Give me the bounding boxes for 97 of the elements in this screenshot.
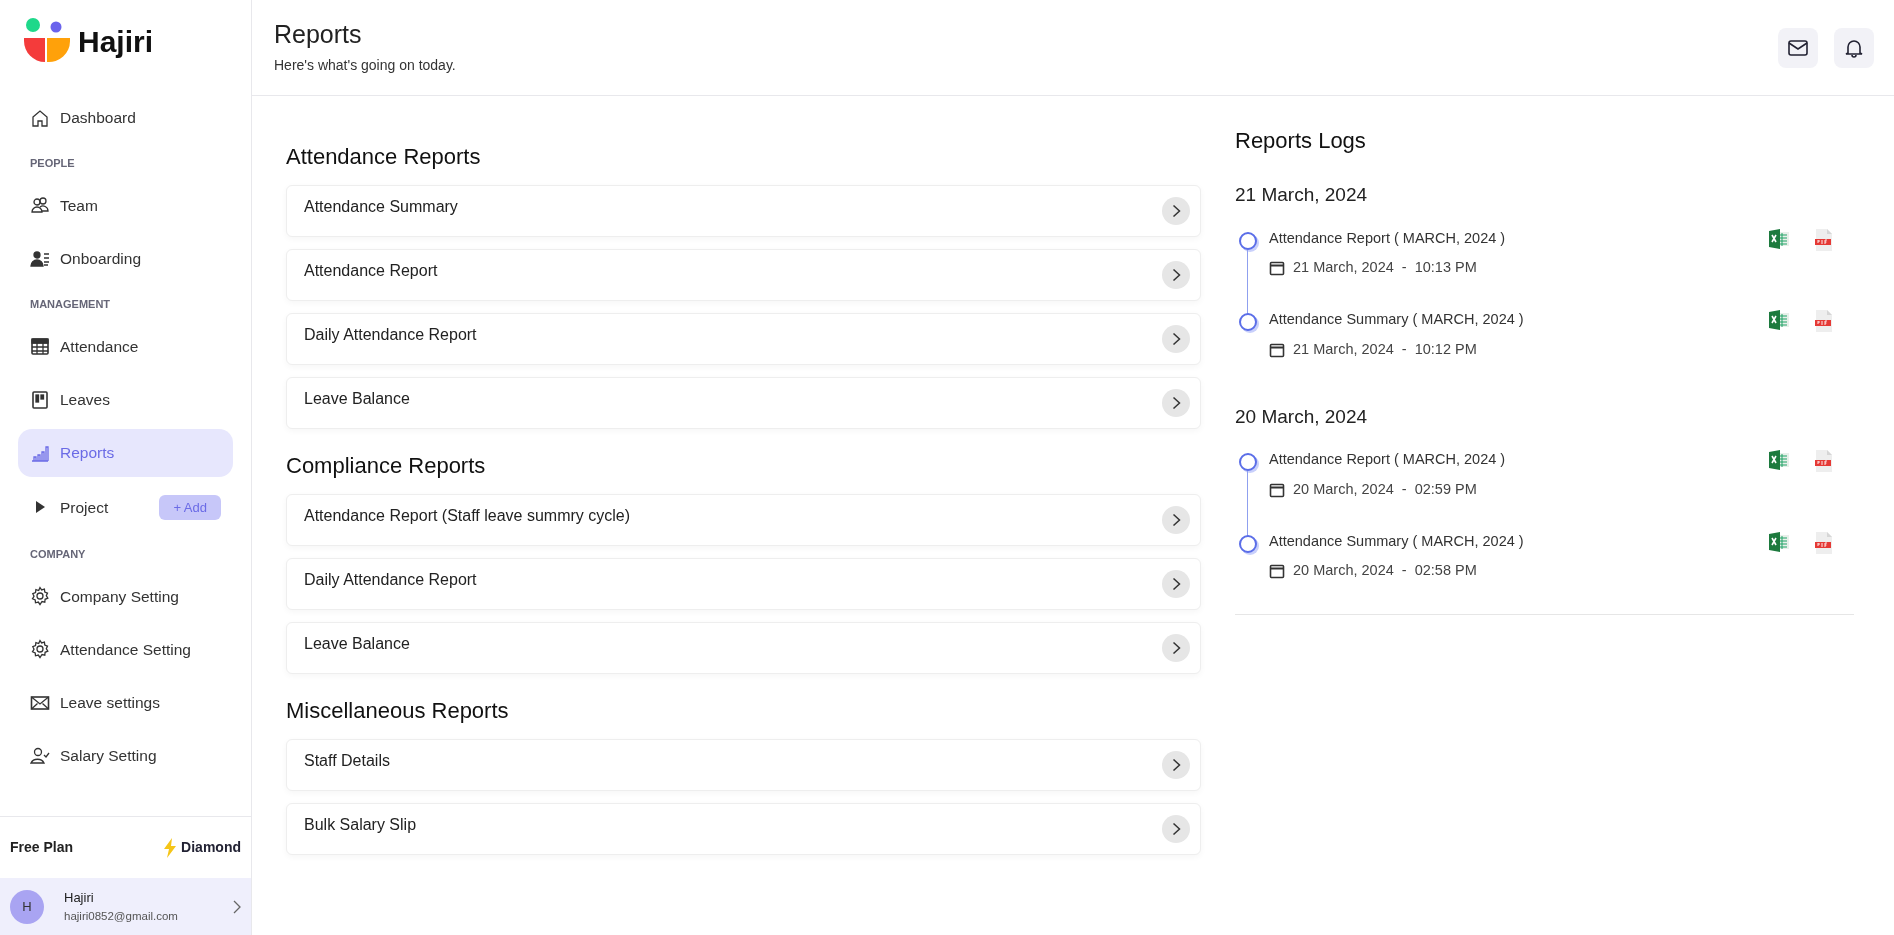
gear-icon [30, 639, 50, 660]
log-date-heading: 20 March, 2024 [1235, 404, 1369, 429]
people-icon [30, 195, 50, 216]
report-card[interactable]: Leave Balance [286, 622, 1201, 674]
report-card[interactable]: Attendance Report [286, 249, 1201, 301]
sidebar-item[interactable]: Team [18, 181, 233, 229]
sidebar-item[interactable]: Leaves [18, 376, 233, 424]
user-profile[interactable]: H Hajiri hajiri0852@gmail.com [0, 878, 251, 935]
logs-title: Reports Logs [1235, 127, 1367, 155]
chevron-right-icon [233, 899, 241, 914]
open-report-button[interactable] [1162, 506, 1190, 534]
report-card[interactable]: Attendance Report (Staff leave summry cycle) [286, 494, 1201, 546]
sidebar-item[interactable]: Attendance [18, 322, 233, 370]
timeline-line [1247, 471, 1248, 537]
timeline-dot [1239, 453, 1257, 471]
bell-icon [1845, 37, 1863, 58]
calendar-icon [1269, 341, 1285, 358]
log-timestamp: 20 March, 2024 - 02:59 PM [1293, 479, 1477, 499]
report-name: Daily Attendance Report [304, 325, 477, 345]
sidebar-item[interactable]: Project [60, 495, 109, 519]
page-subtitle: Here's what's going on today. [274, 56, 457, 75]
sidebar-item[interactable]: Salary Setting [18, 732, 233, 780]
report-name: Attendance Report [304, 261, 438, 281]
open-report-button[interactable] [1162, 751, 1190, 779]
calendar-icon [1269, 481, 1285, 498]
log-timestamp: 21 March, 2024 - 10:13 PM [1293, 258, 1477, 278]
report-card[interactable]: Bulk Salary Slip [286, 803, 1201, 855]
board-icon [30, 389, 50, 410]
chevron-right-icon [1171, 758, 1181, 772]
section-title: Miscellaneous Reports [286, 697, 510, 725]
calendar-icon [1269, 563, 1285, 580]
sidebar-item[interactable]: Reports [18, 429, 233, 477]
page-title: Reports [274, 19, 363, 49]
section-title: Attendance Reports [286, 143, 482, 171]
person-list-icon [30, 248, 50, 269]
report-name: Leave Balance [304, 389, 410, 409]
report-name: Attendance Summary [304, 197, 458, 217]
report-name: Leave Balance [304, 634, 410, 654]
log-date-heading: 21 March, 2024 [1235, 183, 1369, 207]
log-entry-name: Attendance Summary ( MARCH, 2024 ) [1269, 531, 1524, 551]
report-card[interactable]: Attendance Summary [286, 185, 1201, 237]
sidebar-item[interactable]: Onboarding [18, 235, 233, 283]
sidebar-item[interactable]: Leave settings [18, 679, 233, 727]
chevron-right-icon [1171, 204, 1181, 218]
calendar-icon [1269, 260, 1285, 277]
chevron-right-icon [1171, 577, 1181, 591]
chevron-right-icon [1171, 641, 1181, 655]
log-timestamp: 20 March, 2024 - 02:58 PM [1293, 561, 1477, 581]
timeline-dot [1239, 231, 1257, 250]
sidebar-item[interactable]: Company Setting [18, 572, 233, 620]
open-report-button[interactable] [1162, 325, 1190, 353]
report-name: Bulk Salary Slip [304, 815, 417, 835]
chevron-right-icon [1171, 332, 1181, 346]
user-email: hajiri0852@gmail.com [64, 908, 179, 924]
section-heading: PEOPLE [29, 156, 76, 172]
log-entry-name: Attendance Report ( MARCH, 2024 ) [1269, 450, 1506, 469]
gear-icon [30, 586, 50, 607]
logo-icon [24, 18, 70, 64]
report-name: Daily Attendance Report [304, 570, 477, 590]
chevron-right-icon [1171, 822, 1181, 836]
sidebar-item[interactable]: Dashboard [18, 94, 233, 142]
chevron-right-icon [1171, 396, 1181, 410]
report-card[interactable]: Daily Attendance Report [286, 313, 1201, 365]
log-timestamp: 21 March, 2024 - 10:12 PM [1293, 339, 1477, 359]
open-report-button[interactable] [1162, 815, 1190, 843]
brand-name: Hajiri [78, 23, 154, 60]
plan-label: Free Plan [10, 838, 74, 858]
open-report-button[interactable] [1162, 261, 1190, 289]
report-card[interactable]: Leave Balance [286, 377, 1201, 429]
timeline-line [1247, 249, 1248, 315]
sidebar-item[interactable]: Attendance Setting [18, 625, 233, 673]
section-heading: MANAGEMENT [29, 297, 112, 313]
chevron-right-icon [1171, 513, 1181, 527]
timeline-dot [1239, 313, 1257, 331]
report-card[interactable]: Staff Details [286, 739, 1201, 791]
open-report-button[interactable] [1162, 197, 1190, 225]
open-report-button[interactable] [1162, 389, 1190, 417]
open-report-button[interactable] [1162, 634, 1190, 662]
section-title: Compliance Reports [286, 452, 487, 480]
mail-icon [1788, 39, 1808, 56]
open-report-button[interactable] [1162, 570, 1190, 598]
mail-button[interactable] [1778, 27, 1818, 68]
person-check-icon [30, 745, 50, 766]
section-heading: COMPANY [29, 547, 87, 562]
report-card[interactable]: Daily Attendance Report [286, 558, 1201, 610]
avatar: H [10, 889, 44, 924]
log-entry-name: Attendance Summary ( MARCH, 2024 ) [1269, 310, 1524, 329]
lightning-icon [163, 837, 178, 858]
notification-button[interactable] [1834, 27, 1874, 68]
timeline-dot [1239, 534, 1257, 553]
log-entry-name: Attendance Report ( MARCH, 2024 ) [1269, 228, 1506, 248]
table-icon [30, 336, 50, 357]
chevron-right-icon [1171, 268, 1181, 282]
user-name: Hajiri [64, 889, 95, 908]
report-name: Attendance Report (Staff leave summry cycle) [304, 506, 631, 526]
plan-tier-label: Diamond [181, 838, 241, 858]
report-name: Staff Details [304, 751, 390, 771]
